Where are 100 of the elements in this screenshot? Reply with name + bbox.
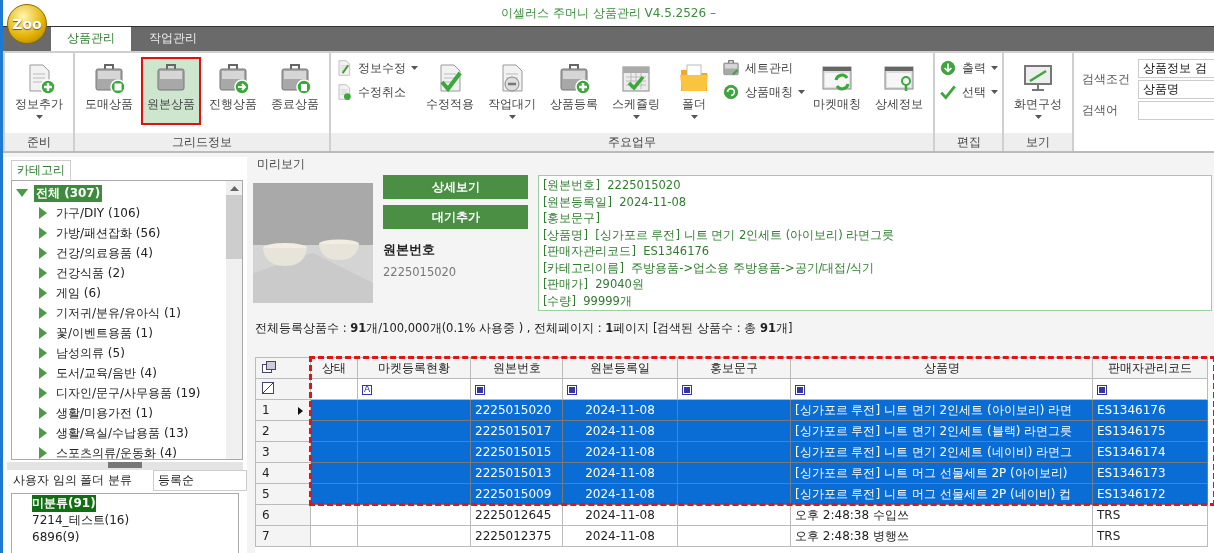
- tree-item[interactable]: 남성의류 (5): [54, 344, 127, 362]
- ribbon-button[interactable]: 상품등록: [544, 57, 604, 125]
- collapsed-triangle-icon[interactable]: [36, 287, 48, 299]
- ribbon-button[interactable]: 마켓매칭: [807, 57, 867, 125]
- splitter-handle[interactable]: [7, 462, 243, 470]
- column-header[interactable]: 원본번호: [470, 357, 563, 379]
- tree-item[interactable]: 가구/DIY (106): [54, 204, 143, 222]
- ribbon-button[interactable]: 폴더: [668, 57, 720, 125]
- detail-line: [상품명] [싱가포르 루전] 니트 면기 2인세트 (아이보리) 라면그릇: [543, 226, 896, 243]
- tree-item[interactable]: 생활/미용가전 (1): [54, 404, 155, 422]
- group-label: 보기: [1004, 133, 1072, 151]
- table-cell: [싱가포르 루전] 니트 면기 2인세트 (아이보리) 라면: [790, 399, 1093, 421]
- ribbon-button[interactable]: 도매상품: [79, 57, 139, 125]
- ribbon-tab[interactable]: 상품관리: [51, 27, 131, 51]
- collapsed-triangle-icon[interactable]: [36, 267, 48, 279]
- tree-item[interactable]: 기저귀/분유/유아식 (1): [54, 304, 183, 322]
- tree-item[interactable]: 도서/교육/음반 (4): [54, 364, 159, 382]
- ribbon-button[interactable]: 작업대기: [482, 57, 542, 125]
- column-header[interactable]: 원본등록일: [562, 357, 678, 379]
- collapsed-triangle-icon[interactable]: [36, 227, 48, 239]
- tree-item[interactable]: 스포츠의류/운동화 (4): [54, 444, 179, 459]
- table-cell: 2225012645: [470, 504, 563, 526]
- tree-item[interactable]: 디자인/문구/사무용품 (19): [54, 384, 203, 402]
- sort-dropdown[interactable]: 등록순: [153, 470, 247, 491]
- ribbon-button[interactable]: 수정취소: [335, 83, 418, 101]
- scrollbar[interactable]: [226, 181, 242, 459]
- ribbon-button[interactable]: 출력: [939, 59, 998, 77]
- group-label: 그리드정보: [75, 133, 329, 151]
- collapsed-triangle-icon[interactable]: [36, 347, 48, 359]
- category-tab[interactable]: 카테고리: [11, 160, 71, 180]
- collapsed-triangle-icon[interactable]: [36, 427, 48, 439]
- detail-line: [원본번호] 2225015020: [543, 177, 682, 194]
- tree-item[interactable]: 게임 (6): [54, 284, 103, 302]
- ribbon-button[interactable]: 수정적용: [420, 57, 480, 125]
- tree-item[interactable]: 전체 (307): [34, 184, 103, 202]
- table-cell: 오후 2:48:38 병행쓰: [790, 525, 1093, 547]
- collapsed-triangle-icon[interactable]: [36, 367, 48, 379]
- table-cell: 2024-11-08: [562, 504, 678, 526]
- ribbon-button[interactable]: 세트관리: [722, 59, 805, 77]
- ribbon-button[interactable]: 종료상품: [265, 57, 325, 125]
- filter-icon[interactable]: [682, 384, 692, 395]
- column-header[interactable]: 마켓등록현황: [357, 357, 471, 379]
- table-cell: [310, 525, 358, 547]
- collapsed-triangle-icon[interactable]: [36, 327, 48, 339]
- folder-item[interactable]: 미분류(91): [32, 495, 96, 512]
- filter-icon[interactable]: [1097, 384, 1107, 395]
- column-header[interactable]: 상태: [310, 357, 358, 379]
- collapsed-triangle-icon[interactable]: [36, 407, 48, 419]
- folder-icon: [678, 62, 710, 94]
- filter-icon[interactable]: [475, 384, 485, 395]
- table-cell: [싱가포르 루전] 니트 면기 2인세트 (블랙) 라면그릇: [790, 420, 1093, 442]
- ribbon-tab[interactable]: 작업관리: [133, 27, 213, 51]
- column-header[interactable]: 홍보문구: [677, 357, 791, 379]
- tree-item[interactable]: 건강/의료용품 (4): [54, 244, 155, 262]
- ribbon-button[interactable]: 정보추가: [9, 57, 69, 125]
- dropdown-field[interactable]: 상품명: [1138, 80, 1214, 99]
- detail-line: [수량] 99999개: [543, 292, 633, 309]
- expanded-triangle-icon[interactable]: [16, 187, 28, 199]
- detail-line: [판매가] 29040원: [543, 276, 645, 293]
- column-chooser-icon[interactable]: [255, 357, 311, 379]
- detail-line: [홍보문구]: [543, 210, 601, 227]
- table-cell: TRS: [1092, 525, 1208, 547]
- folder-item[interactable]: 7214_테스트(16): [32, 513, 130, 527]
- preview-title: 미리보기: [256, 157, 306, 173]
- field-label: 검색어: [1082, 103, 1119, 118]
- row-number: 7: [255, 525, 311, 547]
- folder-item[interactable]: 6896(9): [32, 530, 80, 544]
- column-header[interactable]: 상품명: [790, 357, 1093, 379]
- ribbon-button[interactable]: 원본상품: [141, 57, 201, 125]
- ribbon-button[interactable]: 정보수정: [335, 59, 418, 77]
- collapsed-triangle-icon[interactable]: [36, 307, 48, 319]
- briefcase-icon: [279, 62, 311, 94]
- collapsed-triangle-icon[interactable]: [36, 207, 48, 219]
- ribbon-button[interactable]: 상품매칭: [722, 83, 805, 101]
- preview-label: 원본번호: [383, 241, 436, 259]
- filter-icon[interactable]: [795, 384, 805, 395]
- detail-line: [카테고리이름] 주방용품->업소용 주방용품->공기/대접/식기: [543, 259, 876, 276]
- tree-item[interactable]: 꽃/이벤트용품 (1): [54, 324, 155, 342]
- ribbon-button[interactable]: 스케쥴링: [606, 57, 666, 125]
- tree-item[interactable]: 가방/패션잡화 (56): [54, 224, 163, 242]
- tree-item[interactable]: 생활/욕실/수납용품 (13): [54, 424, 191, 442]
- ribbon-button[interactable]: 진행상품: [203, 57, 263, 125]
- table-cell: 오후 2:48:38 수입쓰: [790, 504, 1093, 526]
- preview-button[interactable]: 상세보기: [383, 175, 528, 199]
- collapsed-triangle-icon[interactable]: [36, 247, 48, 259]
- filter-icon[interactable]: [567, 384, 577, 395]
- briefcase-icon: [93, 62, 125, 94]
- ribbon-button[interactable]: 상세정보: [869, 57, 929, 125]
- ribbon-button[interactable]: 화면구성: [1008, 57, 1068, 125]
- monitor-icon: [1022, 62, 1054, 94]
- dropdown-field[interactable]: 상품정보 검: [1138, 59, 1214, 78]
- table-cell: 2225012375: [470, 525, 563, 547]
- column-header[interactable]: 판매자관리코드: [1092, 357, 1208, 379]
- ribbon-button[interactable]: 선택: [939, 83, 998, 101]
- scroll-thumb[interactable]: [226, 195, 242, 259]
- tree-item[interactable]: 건강식품 (2): [54, 264, 127, 282]
- collapsed-triangle-icon[interactable]: [36, 387, 48, 399]
- collapsed-triangle-icon[interactable]: [36, 447, 48, 459]
- document-icon: [335, 83, 353, 101]
- preview-button[interactable]: 대기추가: [383, 205, 528, 229]
